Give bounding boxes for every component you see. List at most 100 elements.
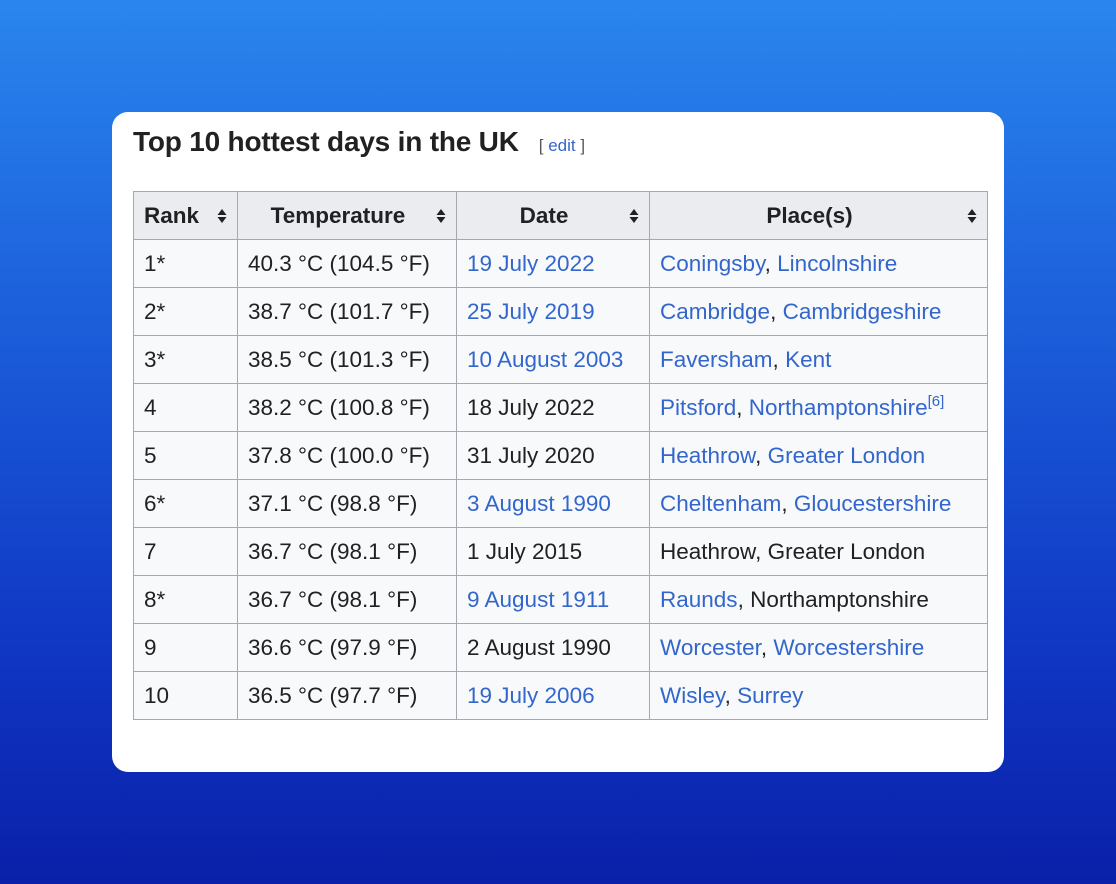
table-row: 4 38.2 °C (100.8 °F) 18 July 2022 Pitsford,…	[133, 383, 988, 432]
rank-cell: 2*	[133, 287, 238, 336]
table-row: 8* 36.7 °C (98.1 °F) 9 August 1911 Raunds, …	[133, 575, 988, 624]
temperature-value: 37.8 °C (100.0 °F)	[248, 442, 430, 468]
column-header-temperature[interactable]: Temperature	[237, 191, 457, 240]
temperature-cell: 36.5 °C (97.7 °F)	[237, 671, 457, 720]
place-link[interactable]: Heathrow	[660, 443, 755, 468]
place-separator: ,	[772, 346, 786, 372]
place-link[interactable]: Raunds	[660, 587, 738, 612]
date-cell: 1 July 2015	[456, 527, 650, 576]
date-link[interactable]: 19 July 2006	[467, 683, 595, 708]
rank-value: 9	[144, 634, 157, 660]
date-link[interactable]: 3 August 1990	[467, 491, 611, 516]
date-cell: 9 August 1911	[456, 575, 650, 624]
sort-icon[interactable]	[967, 208, 977, 224]
place-cell: Heathrow, Greater London	[649, 431, 988, 480]
column-header-label: Rank	[144, 202, 200, 228]
edit-section: [ edit ]	[539, 136, 585, 156]
place-separator: ,	[764, 250, 778, 276]
county-link[interactable]: Gloucestershire	[794, 491, 952, 516]
column-header-places[interactable]: Place(s)	[649, 191, 988, 240]
place-cell: Heathrow, Greater London	[649, 527, 988, 576]
temperature-cell: 36.7 °C (98.1 °F)	[237, 575, 457, 624]
place-link[interactable]: Worcester	[660, 635, 761, 660]
county-link[interactable]: Surrey	[737, 683, 803, 708]
temperature-value: 38.5 °C (101.3 °F)	[248, 346, 430, 372]
date-cell: 19 July 2006	[456, 671, 650, 720]
place-link[interactable]: Pitsford	[660, 395, 736, 420]
table-row: 3* 38.5 °C (101.3 °F) 10 August 2003 Favers…	[133, 335, 988, 384]
county-link[interactable]: Northamptonshire	[749, 395, 928, 420]
temperature-value: 38.2 °C (100.8 °F)	[248, 394, 430, 420]
rank-cell: 7	[133, 527, 238, 576]
rank-value: 8*	[144, 586, 166, 612]
place-cell: Cambridge, Cambridgeshire	[649, 287, 988, 336]
date-cell: 19 July 2022	[456, 239, 650, 288]
edit-bracket-open: [	[538, 136, 549, 155]
table-row: 5 37.8 °C (100.0 °F) 31 July 2020 Heathrow,…	[133, 431, 988, 480]
date-link[interactable]: 19 July 2022	[467, 251, 595, 276]
temperature-cell: 37.1 °C (98.8 °F)	[237, 479, 457, 528]
temperature-cell: 36.7 °C (98.1 °F)	[237, 527, 457, 576]
date-cell: 10 August 2003	[456, 335, 650, 384]
place-link[interactable]: Wisley	[660, 683, 725, 708]
date-cell: 31 July 2020	[456, 431, 650, 480]
rank-value: 7	[144, 538, 157, 564]
rank-value: 2*	[144, 298, 166, 324]
table-header-row: Rank Temperature Date Place(s)	[133, 191, 988, 240]
place-separator: ,	[760, 634, 774, 660]
rank-cell: 4	[133, 383, 238, 432]
place-link[interactable]: Faversham	[660, 347, 773, 372]
date-value: 31 July 2020	[467, 442, 595, 468]
place-link[interactable]: Cheltenham	[660, 491, 781, 516]
date-cell: 3 August 1990	[456, 479, 650, 528]
column-header-rank[interactable]: Rank	[133, 191, 238, 240]
reference-link[interactable]: [6]	[928, 393, 945, 410]
rank-value: 5	[144, 442, 157, 468]
county-text: Northamptonshire	[750, 586, 929, 612]
place-link[interactable]: Cambridge	[660, 299, 770, 324]
county-link[interactable]: Greater London	[768, 443, 926, 468]
column-header-label: Date	[519, 202, 569, 228]
temperature-value: 36.7 °C (98.1 °F)	[248, 586, 418, 612]
place-cell: Worcester, Worcestershire	[649, 623, 988, 672]
temperature-value: 36.6 °C (97.9 °F)	[248, 634, 418, 660]
place-cell: Pitsford, Northamptonshire[6]	[649, 383, 988, 432]
table-card: Top 10 hottest days in the UK [ edit ] R…	[112, 112, 1004, 772]
section-title: Top 10 hottest days in the UK	[133, 126, 519, 157]
table-row: 1* 40.3 °C (104.5 °F) 19 July 2022 Coningsb…	[133, 239, 988, 288]
date-link[interactable]: 10 August 2003	[467, 347, 623, 372]
sort-icon[interactable]	[436, 208, 446, 224]
section-heading: Top 10 hottest days in the UK [ edit ]	[133, 126, 585, 158]
sort-icon[interactable]	[629, 208, 639, 224]
rank-cell: 1*	[133, 239, 238, 288]
place-separator: ,	[755, 538, 768, 564]
edit-link[interactable]: edit	[548, 136, 575, 155]
date-value: 2 August 1990	[467, 634, 611, 660]
temperature-cell: 38.7 °C (101.7 °F)	[237, 287, 457, 336]
place-cell: Raunds, Northamptonshire	[649, 575, 988, 624]
table-row: 6* 37.1 °C (98.8 °F) 3 August 1990 Cheltenh…	[133, 479, 988, 528]
table-body: 1* 40.3 °C (104.5 °F) 19 July 2022 Coningsb…	[133, 239, 988, 720]
date-link[interactable]: 25 July 2019	[467, 299, 595, 324]
place-separator: ,	[770, 298, 783, 324]
date-value: 18 July 2022	[467, 394, 595, 420]
rank-cell: 10	[133, 671, 238, 720]
county-link[interactable]: Lincolnshire	[777, 251, 897, 276]
place-link[interactable]: Coningsby	[660, 251, 765, 276]
county-text: Greater London	[767, 538, 926, 564]
rank-cell: 5	[133, 431, 238, 480]
temperature-cell: 38.5 °C (101.3 °F)	[237, 335, 457, 384]
county-link[interactable]: Worcestershire	[773, 635, 924, 660]
date-link[interactable]: 9 August 1911	[467, 587, 609, 612]
rank-cell: 3*	[133, 335, 238, 384]
temperature-cell: 36.6 °C (97.9 °F)	[237, 623, 457, 672]
sort-icon[interactable]	[217, 208, 227, 224]
county-link[interactable]: Kent	[785, 347, 831, 372]
place-separator: ,	[781, 490, 794, 516]
table-row: 9 36.6 °C (97.9 °F) 2 August 1990 Worcester…	[133, 623, 988, 672]
date-cell: 18 July 2022	[456, 383, 650, 432]
date-cell: 25 July 2019	[456, 287, 650, 336]
rank-value: 1*	[144, 250, 166, 276]
column-header-date[interactable]: Date	[456, 191, 650, 240]
county-link[interactable]: Cambridgeshire	[783, 299, 942, 324]
